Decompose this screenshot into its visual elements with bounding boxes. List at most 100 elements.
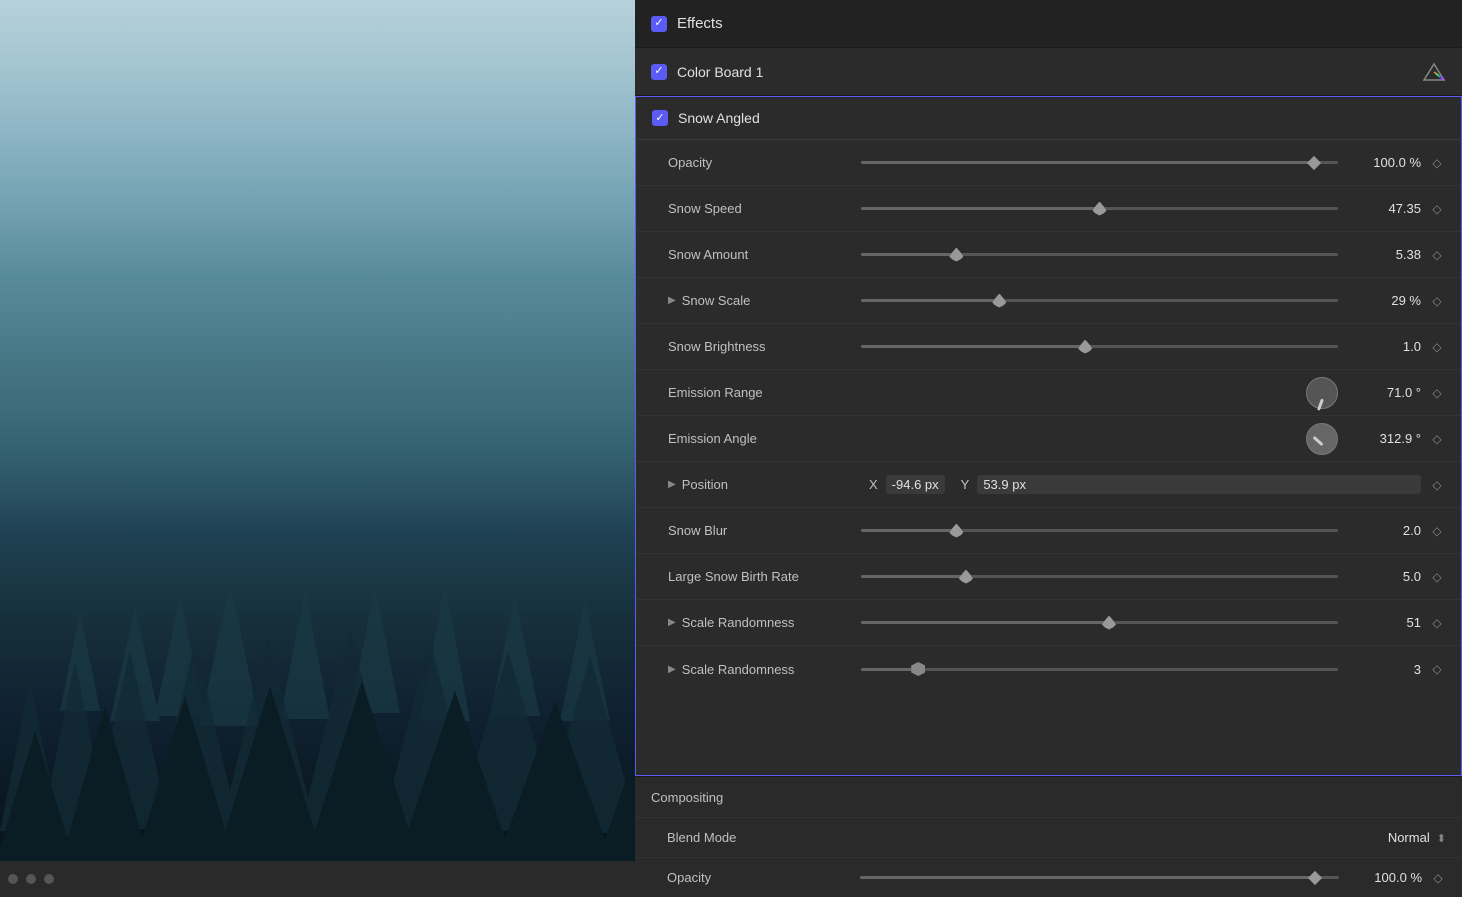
large-snow-birth-rate-slider[interactable] <box>861 567 1338 587</box>
check-icon-3: ✓ <box>655 113 664 124</box>
snow-blur-slider[interactable] <box>861 521 1338 541</box>
snow-blur-fill <box>861 529 956 532</box>
snow-amount-track <box>861 253 1338 256</box>
snow-scale-arrow[interactable]: ▶ <box>668 295 676 306</box>
emission-angle-indicator <box>1312 435 1323 445</box>
snow-scale-slider[interactable] <box>861 291 1338 311</box>
snow-speed-value: 47.35 <box>1346 201 1421 216</box>
compositing-opacity-fill <box>860 876 1315 879</box>
snow-brightness-label: Snow Brightness <box>668 339 853 354</box>
color-board-title: Color Board 1 <box>677 64 1412 80</box>
position-keyframe[interactable]: ◇ <box>1429 478 1445 492</box>
snow-angled-checkbox[interactable]: ✓ <box>652 110 668 126</box>
param-row-scale-randomness-1: ▶ Scale Randomness 51 ◇ <box>636 600 1461 646</box>
opacity-value: 100.0 % <box>1346 155 1421 170</box>
param-row-snow-brightness: Snow Brightness 1.0 ◇ <box>636 324 1461 370</box>
opacity-keyframe[interactable]: ◇ <box>1429 156 1445 170</box>
blend-mode-value[interactable]: Normal ⬍ <box>1388 830 1446 845</box>
position-y-label: Y <box>961 477 970 492</box>
compositing-opacity-keyframe[interactable]: ◇ <box>1430 871 1446 885</box>
position-label: Position <box>682 477 728 492</box>
large-snow-birth-rate-thumb <box>959 570 973 584</box>
preview-dot-2 <box>26 874 36 884</box>
param-row-emission-range: Emission Range 71.0 ° ◇ <box>636 370 1461 416</box>
blend-mode-row: Blend Mode Normal ⬍ <box>635 817 1462 857</box>
compositing-opacity-thumb <box>1308 870 1322 884</box>
opacity-track <box>861 161 1338 164</box>
emission-angle-keyframe[interactable]: ◇ <box>1429 432 1445 446</box>
param-row-scale-randomness-2: ▶ Scale Randomness 3 ◇ <box>636 646 1461 692</box>
param-row-emission-angle: Emission Angle 312.9 ° ◇ <box>636 416 1461 462</box>
effects-title: Effects <box>677 15 723 32</box>
snow-blur-track <box>861 529 1338 532</box>
position-arrow[interactable]: ▶ <box>668 479 676 490</box>
scale-randomness-2-arrow[interactable]: ▶ <box>668 664 676 675</box>
snow-brightness-keyframe[interactable]: ◇ <box>1429 340 1445 354</box>
opacity-thumb <box>1307 155 1321 169</box>
snow-brightness-thumb <box>1078 340 1092 354</box>
opacity-slider[interactable] <box>861 153 1338 173</box>
compositing-section: Compositing Blend Mode Normal ⬍ Opacity … <box>635 776 1462 897</box>
large-snow-birth-rate-keyframe[interactable]: ◇ <box>1429 570 1445 584</box>
opacity-label: Opacity <box>668 155 853 170</box>
snow-angled-title: Snow Angled <box>678 110 760 126</box>
emission-range-indicator <box>1316 398 1323 410</box>
snow-scale-keyframe[interactable]: ◇ <box>1429 294 1445 308</box>
compositing-opacity-slider[interactable] <box>860 868 1339 888</box>
emission-angle-value: 312.9 ° <box>1346 431 1421 446</box>
scale-randomness-2-keyframe[interactable]: ◇ <box>1429 662 1445 676</box>
preview-image <box>0 0 635 897</box>
emission-angle-dial[interactable] <box>1306 423 1338 455</box>
scale-randomness-1-keyframe[interactable]: ◇ <box>1429 616 1445 630</box>
snow-speed-fill <box>861 207 1100 210</box>
scale-randomness-2-label: Scale Randomness <box>682 662 795 677</box>
emission-range-dial[interactable] <box>1306 377 1338 409</box>
compositing-opacity-label: Opacity <box>667 870 852 885</box>
snow-speed-keyframe[interactable]: ◇ <box>1429 202 1445 216</box>
scale-randomness-1-slider[interactable] <box>861 613 1338 633</box>
param-row-snow-speed: Snow Speed 47.35 ◇ <box>636 186 1461 232</box>
large-snow-birth-rate-fill <box>861 575 966 578</box>
snow-scale-value: 29 % <box>1346 293 1421 308</box>
snow-brightness-slider[interactable] <box>861 337 1338 357</box>
snow-scale-thumb <box>992 294 1006 308</box>
snow-amount-keyframe[interactable]: ◇ <box>1429 248 1445 262</box>
param-row-position: ▶ Position X -94.6 px Y 53.9 px ◇ <box>636 462 1461 508</box>
params-container: Opacity 100.0 % ◇ Snow Speed 47.35 ◇ <box>635 140 1462 776</box>
scale-randomness-2-label-container: ▶ Scale Randomness <box>668 662 853 677</box>
scale-randomness-2-track <box>861 668 1338 671</box>
emission-range-label: Emission Range <box>668 385 853 400</box>
position-x-value[interactable]: -94.6 px <box>886 475 945 494</box>
emission-angle-label: Emission Angle <box>668 431 853 446</box>
scale-randomness-1-track <box>861 621 1338 624</box>
effects-checkbox[interactable]: ✓ <box>651 16 667 32</box>
scale-randomness-2-value: 3 <box>1346 662 1421 677</box>
scale-randomness-1-thumb <box>1102 616 1116 630</box>
snow-blur-thumb <box>949 524 963 538</box>
color-board-row: ✓ Color Board 1 <box>635 48 1462 96</box>
snow-speed-track <box>861 207 1338 210</box>
snow-scale-track <box>861 299 1338 302</box>
blend-mode-arrows: ⬍ <box>1434 833 1446 845</box>
snow-brightness-track <box>861 345 1338 348</box>
position-x-label: X <box>869 477 878 492</box>
position-label-container: ▶ Position <box>668 477 853 492</box>
snow-speed-slider[interactable] <box>861 199 1338 219</box>
scale-randomness-1-value: 51 <box>1346 615 1421 630</box>
snow-blur-keyframe[interactable]: ◇ <box>1429 524 1445 538</box>
scale-randomness-1-arrow[interactable]: ▶ <box>668 617 676 628</box>
compositing-opacity-row: Opacity 100.0 % ◇ <box>635 857 1462 897</box>
snow-amount-fill <box>861 253 956 256</box>
snow-amount-value: 5.38 <box>1346 247 1421 262</box>
param-row-snow-blur: Snow Blur 2.0 ◇ <box>636 508 1461 554</box>
emission-range-keyframe[interactable]: ◇ <box>1429 386 1445 400</box>
position-y-value[interactable]: 53.9 px <box>977 475 1421 494</box>
emission-angle-control <box>861 423 1338 455</box>
snow-amount-slider[interactable] <box>861 245 1338 265</box>
color-board-checkbox[interactable]: ✓ <box>651 64 667 80</box>
param-row-snow-scale: ▶ Snow Scale 29 % ◇ <box>636 278 1461 324</box>
scale-randomness-2-slider[interactable] <box>861 659 1338 679</box>
preview-dot-3 <box>44 874 54 884</box>
compositing-opacity-track <box>860 876 1339 879</box>
blend-mode-label: Blend Mode <box>667 830 1380 845</box>
